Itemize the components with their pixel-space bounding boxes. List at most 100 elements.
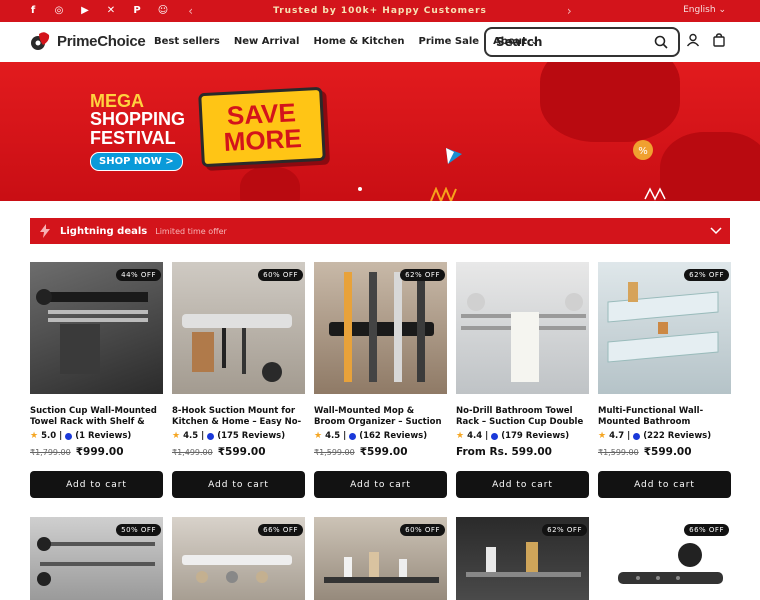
sale-price: ₹599.00 (217, 446, 266, 458)
brand-logo[interactable]: PrimeChoice (30, 30, 146, 52)
nav-new-arrival[interactable]: New Arrival (234, 36, 300, 47)
rating-value: 4.7 | (609, 431, 631, 441)
account-icon[interactable] (686, 33, 700, 47)
product-title[interactable]: 8-Hook Suction Mount for Kitchen & Home … (172, 406, 305, 428)
product-rating: ★ 4.5 | (175 Reviews) (172, 431, 305, 441)
product-card[interactable]: 44% OFF Suction Cup Wall-Mounted Towel R… (30, 262, 163, 502)
rating-value: 4.5 | (325, 431, 347, 441)
product-image[interactable]: 62% OFF (598, 262, 731, 394)
product-title[interactable]: Suction Cup Wall-Mounted Towel Rack with… (30, 406, 163, 428)
nav-best-sellers[interactable]: Best sellers (154, 36, 220, 47)
double-towel-rod-image (461, 293, 586, 382)
hero-banner[interactable]: MEGA SHOPPING FESTIVAL SHOP NOW > SAVE M… (0, 62, 760, 201)
product-card[interactable]: No-Drill Bathroom Towel Rack – Suction C… (456, 262, 589, 502)
product-image[interactable]: 66% OFF (598, 517, 731, 600)
old-price: ₹1,599.00 (598, 448, 639, 457)
sale-price: ₹999.00 (75, 446, 124, 458)
product-image[interactable]: 60% OFF (314, 517, 447, 600)
product-title[interactable]: Wall-Mounted Mop & Broom Organizer – Suc… (314, 406, 447, 428)
add-to-cart-button[interactable]: Add to cart (456, 471, 589, 498)
old-price: ₹1,799.00 (30, 448, 71, 457)
product-card[interactable]: 62% OFF Wall-Mounted Mop & Broom Organiz… (314, 262, 447, 502)
add-to-cart-button[interactable]: Add to cart (598, 471, 731, 498)
review-count: (175 Reviews) (217, 431, 286, 441)
chevron-down-icon: ⌄ (718, 5, 726, 15)
sale-price: From Rs. 599.00 (456, 446, 552, 458)
product-image[interactable]: 66% OFF (172, 517, 305, 600)
product-card[interactable]: 60% OFF 8-Hook Suction Mount for Kitchen… (172, 262, 305, 502)
product-title[interactable]: Multi-Functional Wall-Mounted Bathroom O… (598, 406, 731, 428)
brand-logo-icon (31, 32, 50, 50)
site-header: PrimeChoice Best sellers New Arrival Hom… (0, 22, 760, 62)
svg-text:%: % (638, 146, 648, 157)
old-price: ₹1,499.00 (172, 448, 213, 457)
search-icon[interactable] (654, 35, 668, 49)
review-dot-icon (349, 432, 357, 440)
product-rating: ★ 5.0 | (1 Reviews) (30, 431, 163, 441)
rating-value: 4.4 | (467, 431, 489, 441)
nav-prime-sale[interactable]: Prime Sale (419, 36, 480, 47)
product-price: ₹1,799.00 ₹999.00 (30, 446, 163, 458)
add-to-cart-button[interactable]: Add to cart (30, 471, 163, 498)
product-image[interactable]: 62% OFF (314, 262, 447, 394)
nav-home-kitchen[interactable]: Home & Kitchen (313, 36, 404, 47)
review-dot-icon (633, 432, 641, 440)
banner-mega: MEGA (90, 91, 144, 111)
lightning-icon (40, 224, 50, 238)
star-icon: ★ (456, 431, 465, 441)
decor-squiggle-icon (430, 187, 457, 201)
more-text: MORE (222, 122, 303, 158)
announcement-next-icon[interactable]: › (567, 4, 572, 18)
carousel-dots[interactable] (358, 187, 362, 191)
lightning-deals-bar[interactable]: Lightning deals Limited time offer (30, 218, 730, 244)
language-label: English (683, 5, 716, 15)
product-price: ₹1,599.00 ₹599.00 (598, 446, 731, 458)
product-image[interactable]: 62% OFF (456, 517, 589, 600)
banner-shopping: SHOPPING (90, 109, 186, 129)
search-label: Search (496, 35, 543, 49)
percent-icon: % (633, 140, 653, 160)
search-input[interactable]: Search (484, 27, 680, 57)
deals-subtitle: Limited time offer (155, 226, 227, 236)
old-price: ₹1,599.00 (314, 448, 355, 457)
product-grid-row-2: 50% OFF 66% OFF 60% OFF 62% OFF 66% OFF (30, 517, 731, 600)
product-card[interactable]: 62% OFF Multi-Functional Wall-Mounted Ba… (598, 262, 731, 502)
product-image[interactable]: 44% OFF (30, 262, 163, 394)
chevron-down-icon[interactable] (710, 224, 722, 236)
save-more-badge: SAVE MORE (198, 86, 326, 168)
cart-icon[interactable] (712, 33, 726, 47)
banner-festival: FESTIVAL (90, 128, 176, 148)
add-to-cart-button[interactable]: Add to cart (314, 471, 447, 498)
discount-badge: 66% OFF (258, 524, 303, 536)
towel-rack-image (36, 289, 148, 374)
star-icon: ★ (598, 431, 607, 441)
product-price: From Rs. 599.00 (456, 446, 589, 458)
star-icon: ★ (314, 431, 323, 441)
product-image[interactable]: 50% OFF (30, 517, 163, 600)
suction-hooks-image (182, 314, 292, 382)
rating-value: 5.0 | (41, 431, 63, 441)
discount-badge: 62% OFF (542, 524, 587, 536)
banner-headline: MEGA SHOPPING FESTIVAL SHOP NOW > (90, 92, 200, 171)
announcement-prev-icon[interactable]: ‹ (188, 4, 193, 18)
review-count: (162 Reviews) (359, 431, 428, 441)
sale-price: ₹599.00 (359, 446, 408, 458)
review-count: (222 Reviews) (643, 431, 712, 441)
product-title[interactable]: No-Drill Bathroom Towel Rack – Suction C… (456, 406, 589, 428)
discount-badge: 62% OFF (684, 269, 729, 281)
review-dot-icon (65, 432, 73, 440)
product-image[interactable]: 60% OFF (172, 262, 305, 394)
mop-organizer-image (329, 272, 434, 382)
deals-title: Lightning deals (60, 225, 148, 237)
discount-badge: 50% OFF (116, 524, 161, 536)
product-rating: ★ 4.4 | (179 Reviews) (456, 431, 589, 441)
star-icon: ★ (30, 431, 39, 441)
shop-now-button[interactable]: SHOP NOW > (90, 152, 183, 171)
discount-badge: 60% OFF (258, 269, 303, 281)
language-selector[interactable]: English ⌄ (683, 5, 726, 15)
discount-badge: 62% OFF (400, 269, 445, 281)
carousel-dot[interactable] (358, 187, 362, 191)
add-to-cart-button[interactable]: Add to cart (172, 471, 305, 498)
product-rating: ★ 4.7 | (222 Reviews) (598, 431, 731, 441)
product-image[interactable] (456, 262, 589, 394)
